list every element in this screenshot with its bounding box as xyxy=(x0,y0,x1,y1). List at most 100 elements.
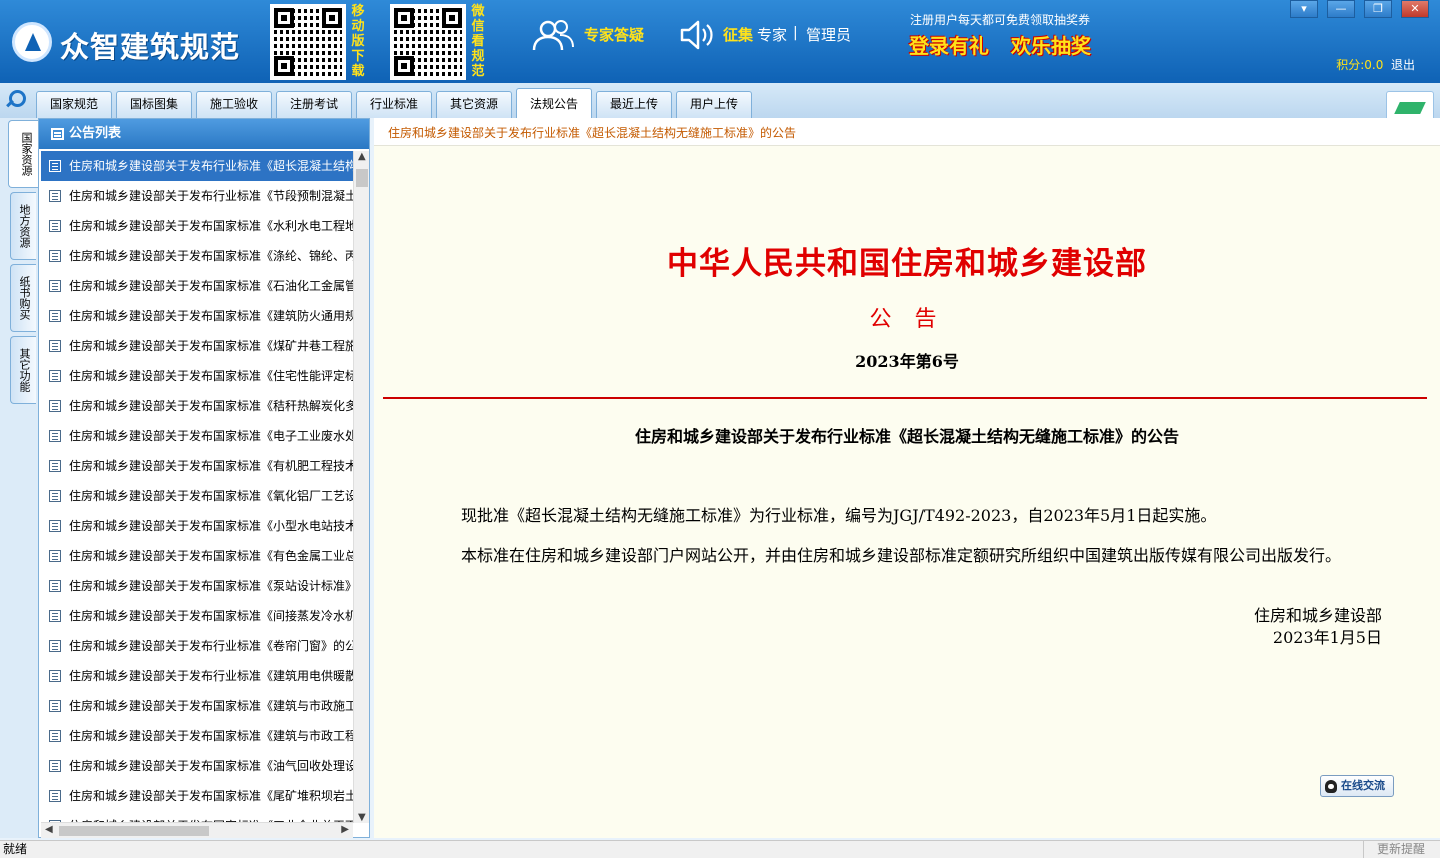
document-signer: 住房和城乡建设部 xyxy=(1253,606,1382,625)
lottery-link[interactable]: 欢乐抽奖 xyxy=(1011,30,1091,59)
notice-list-panel: 公告列表 住房和城乡建设部关于发布行业标准《超长混凝土结构无缝施工标准》的公告住… xyxy=(38,118,370,838)
document-icon xyxy=(49,580,61,592)
list-header: 公告列表 xyxy=(39,119,369,149)
expert-link[interactable]: 专家 xyxy=(757,24,787,45)
list-item[interactable]: 住房和城乡建设部关于发布国家标准《尾矿堆积坝岩土 xyxy=(41,781,353,811)
list-item[interactable]: 住房和城乡建设部关于发布国家标准《建筑防火通用规 xyxy=(41,301,353,331)
tab-national-atlas[interactable]: 国标图集 xyxy=(116,91,192,118)
list-item[interactable]: 住房和城乡建设部关于发布国家标准《煤矿井巷工程施 xyxy=(41,331,353,361)
list-item[interactable]: 住房和城乡建设部关于发布国家标准《秸秆热解炭化多 xyxy=(41,391,353,421)
list-item-label: 住房和城乡建设部关于发布国家标准《小型水电站技术 xyxy=(69,519,353,533)
notice-list: 住房和城乡建设部关于发布行业标准《超长混凝土结构无缝施工标准》的公告住房和城乡建… xyxy=(41,151,353,823)
list-item[interactable]: 住房和城乡建设部关于发布行业标准《建筑用电供暖散 xyxy=(41,661,353,691)
chat-button-label: 在线交流 xyxy=(1341,779,1385,792)
list-item-label: 住房和城乡建设部关于发布国家标准《氧化铝厂工艺设 xyxy=(69,489,353,503)
list-item-label: 住房和城乡建设部关于发布国家标准《住宅性能评定标 xyxy=(69,369,353,383)
status-bar: 就绪 更新提醒 xyxy=(0,840,1440,858)
side-tab-national[interactable]: 国家资源 xyxy=(8,120,38,188)
search-icon[interactable] xyxy=(6,89,26,109)
update-reminder-button[interactable]: 更新提醒 xyxy=(1363,841,1438,858)
document-icon xyxy=(49,490,61,502)
list-item-label: 住房和城乡建设部关于发布国家标准《秸秆热解炭化多 xyxy=(69,399,353,413)
list-item[interactable]: 住房和城乡建设部关于发布国家标准《建筑与市政施工 xyxy=(41,691,353,721)
list-item-label: 住房和城乡建设部关于发布国家标准《涤纶、锦纶、丙 xyxy=(69,249,353,263)
list-item-label: 住房和城乡建设部关于发布国家标准《泵站设计标准》 xyxy=(69,579,353,593)
points-display: 积分:0.0 退出 xyxy=(1336,56,1415,73)
document-icon xyxy=(49,700,61,712)
list-item[interactable]: 住房和城乡建设部关于发布国家标准《有色金属工业总 xyxy=(41,541,353,571)
online-chat-button[interactable]: 在线交流 xyxy=(1320,775,1394,797)
list-item[interactable]: 住房和城乡建设部关于发布国家标准《氧化铝厂工艺设 xyxy=(41,481,353,511)
scroll-left-icon[interactable]: ◀ xyxy=(45,824,53,835)
document-icon xyxy=(49,790,61,802)
list-item[interactable]: 住房和城乡建设部关于发布国家标准《涤纶、锦纶、丙 xyxy=(41,241,353,271)
list-item-label: 住房和城乡建设部关于发布行业标准《建筑用电供暖散 xyxy=(69,669,353,683)
list-item[interactable]: 住房和城乡建设部关于发布国家标准《小型水电站技术 xyxy=(41,511,353,541)
points-value: 0.0 xyxy=(1364,58,1384,72)
scroll-down-icon[interactable]: ▼ xyxy=(358,812,366,823)
list-item[interactable]: 住房和城乡建设部关于发布国家标准《建筑与市政工程 xyxy=(41,721,353,751)
side-tab-other-functions[interactable]: 其它功能 xyxy=(10,336,36,404)
tab-national-code[interactable]: 国家规范 xyxy=(36,91,112,118)
side-tab-local[interactable]: 地方资源 xyxy=(10,192,36,260)
list-item[interactable]: 住房和城乡建设部关于发布行业标准《卷帘门窗》的公 xyxy=(41,631,353,661)
login-gift-link[interactable]: 登录有礼 xyxy=(909,30,989,59)
list-item-label: 住房和城乡建设部关于发布行业标准《卷帘门窗》的公 xyxy=(69,639,353,653)
list-item-label: 住房和城乡建设部关于发布国家标准《间接蒸发冷水机 xyxy=(69,609,353,623)
tab-other-resources[interactable]: 其它资源 xyxy=(436,91,512,118)
document-icon xyxy=(49,310,61,322)
list-horizontal-scrollbar[interactable]: ◀ ▶ xyxy=(41,822,353,838)
list-title: 公告列表 xyxy=(69,126,122,141)
wechat-qr[interactable] xyxy=(390,4,466,80)
maximize-button[interactable]: ❐ xyxy=(1364,0,1392,18)
logo-text: 众智建筑规范 xyxy=(60,30,241,64)
mobile-download-qr[interactable] xyxy=(270,4,346,80)
document-icon xyxy=(49,160,61,172)
document-icon xyxy=(49,610,61,622)
list-item[interactable]: 住房和城乡建设部关于发布国家标准《泵站设计标准》 xyxy=(41,571,353,601)
qq-penguin-icon xyxy=(1325,780,1337,793)
close-button[interactable]: ✕ xyxy=(1401,0,1429,18)
logout-link[interactable]: 退出 xyxy=(1391,58,1415,72)
list-item[interactable]: 住房和城乡建设部关于发布国家标准《水利水电工程地 xyxy=(41,211,353,241)
tab-recent-uploads[interactable]: 最近上传 xyxy=(596,91,672,118)
category-tabbar: 国家规范 国标图集 施工验收 注册考试 行业标准 其它资源 法规公告 最近上传 … xyxy=(0,58,1440,118)
promo-caption: 注册用户每天都可免费领取抽奖券 xyxy=(910,13,1091,27)
menu-button[interactable]: ▾ xyxy=(1290,0,1318,18)
document-icon xyxy=(49,520,61,532)
qr-code-icon xyxy=(394,8,462,76)
tab-regulation-notice[interactable]: 法规公告 xyxy=(516,88,592,118)
list-icon xyxy=(51,128,64,140)
tab-user-uploads[interactable]: 用户上传 xyxy=(676,91,752,118)
side-tab-book-purchase[interactable]: 纸书购买 xyxy=(10,264,36,332)
h-scroll-thumb[interactable] xyxy=(59,826,209,836)
list-item-label: 住房和城乡建设部关于发布国家标准《尾矿堆积坝岩土 xyxy=(69,789,353,803)
recruit-link[interactable]: 征集 xyxy=(723,24,753,45)
tab-industry-standard[interactable]: 行业标准 xyxy=(356,91,432,118)
tab-construction-acceptance[interactable]: 施工验收 xyxy=(196,91,272,118)
scroll-thumb[interactable] xyxy=(356,169,368,187)
list-vertical-scrollbar[interactable]: ▲ ▼ xyxy=(353,151,369,823)
points-label: 积分: xyxy=(1336,58,1365,72)
document-icon xyxy=(49,730,61,742)
list-item[interactable]: 住房和城乡建设部关于发布国家标准《住宅性能评定标 xyxy=(41,361,353,391)
tab-registration-exam[interactable]: 注册考试 xyxy=(276,91,352,118)
list-item[interactable]: 住房和城乡建设部关于发布国家标准《石油化工金属管 xyxy=(41,271,353,301)
scroll-up-icon[interactable]: ▲ xyxy=(358,151,366,162)
list-item[interactable]: 住房和城乡建设部关于发布行业标准《节段预制混凝土 xyxy=(41,181,353,211)
expert-qa-link[interactable]: 专家答疑 xyxy=(584,24,644,45)
list-item[interactable]: 住房和城乡建设部关于发布行业标准《超长混凝土结构无缝施工标准》的公告 xyxy=(41,151,353,181)
list-item[interactable]: 住房和城乡建设部关于发布国家标准《有机肥工程技术 xyxy=(41,451,353,481)
scroll-right-icon[interactable]: ▶ xyxy=(341,824,349,835)
list-item[interactable]: 住房和城乡建设部关于发布国家标准《油气回收处理设 xyxy=(41,751,353,781)
list-item[interactable]: 住房和城乡建设部关于发布国家标准《间接蒸发冷水机 xyxy=(41,601,353,631)
header-separator: | xyxy=(793,25,798,41)
document-date: 2023年1月5日 xyxy=(1272,628,1382,647)
speaker-icon xyxy=(678,18,716,58)
document-icon xyxy=(49,460,61,472)
admin-link[interactable]: 管理员 xyxy=(806,24,851,45)
document-icon xyxy=(49,250,61,262)
qr-code-icon xyxy=(274,8,342,76)
minimize-button[interactable]: — xyxy=(1327,0,1355,18)
list-item[interactable]: 住房和城乡建设部关于发布国家标准《电子工业废水处 xyxy=(41,421,353,451)
